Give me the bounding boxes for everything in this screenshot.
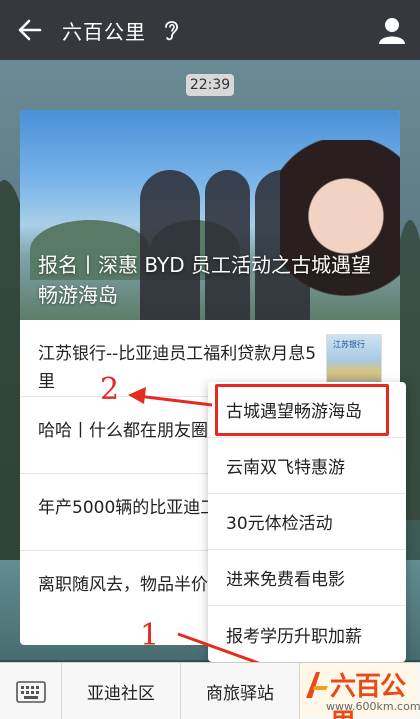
annotation-label-1: 1 [140,618,160,653]
tab-travel[interactable]: 商旅驿站 [181,663,300,719]
message-timestamp: 22:39 [186,74,234,96]
thumbnail-text: 江苏银行 [333,340,365,349]
menu-item[interactable]: 进来免费看电影 [208,550,406,606]
header-bar: 六百公里 [0,0,420,60]
ear-icon[interactable] [160,17,182,43]
cover-title: 报名丨深惠 BYD 员工活动之古城遇望畅游海岛 [38,253,371,307]
watermark-url: www.600km.com [326,700,420,713]
back-arrow-icon [18,19,42,41]
tab-community[interactable]: 亚迪社区 [62,663,181,719]
menu-item[interactable]: 30元体检活动 [208,494,406,550]
watermark-logo: 六百公里 www.600km.com [300,664,420,719]
back-button[interactable] [0,0,60,60]
highlight-box [215,384,389,436]
logo-mark-icon [306,672,328,698]
menu-item[interactable]: 报考学历升职加薪 [208,606,406,662]
page-title: 六百公里 [62,19,146,44]
keyboard-toggle[interactable] [0,663,62,719]
annotation-label-2: 2 [100,372,120,407]
user-profile-icon[interactable] [376,14,408,46]
keyboard-icon [15,680,46,703]
menu-item[interactable]: 云南双飞特惠游 [208,438,406,494]
cover-article[interactable]: 报名丨深惠 BYD 员工活动之古城遇望畅游海岛 [20,110,400,320]
